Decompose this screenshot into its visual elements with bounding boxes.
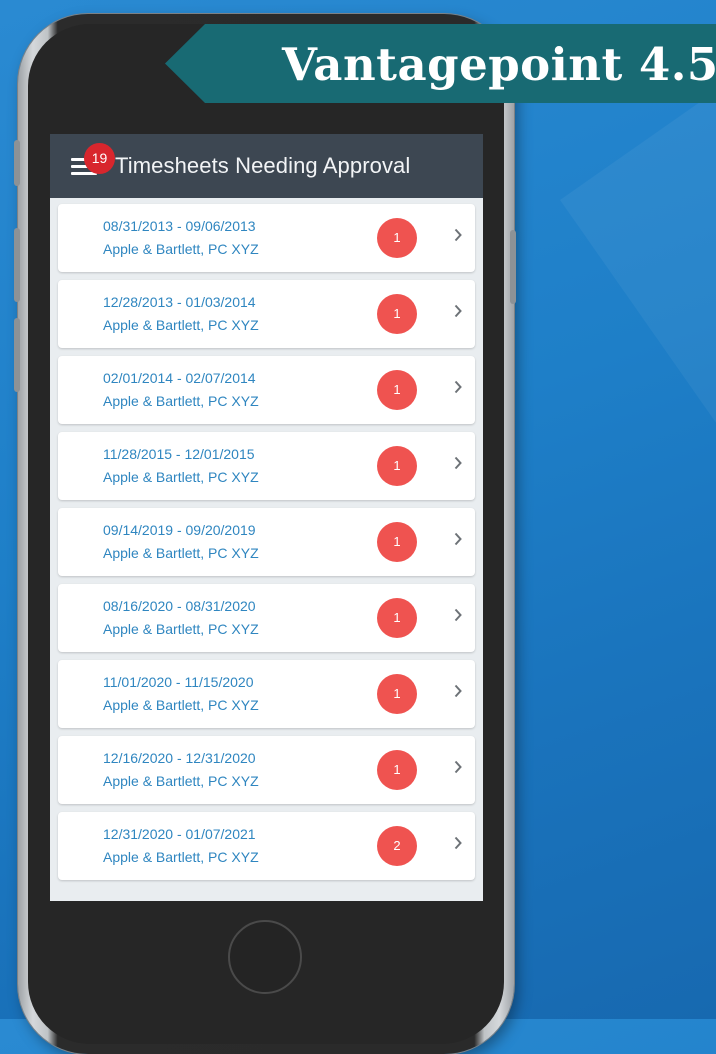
timesheet-count-badge: 1: [377, 294, 417, 334]
timesheet-date-range: 12/16/2020 - 12/31/2020: [103, 750, 256, 766]
timesheet-count-badge: 1: [377, 522, 417, 562]
chevron-right-icon[interactable]: [454, 380, 462, 394]
timesheet-row[interactable]: 12/28/2013 - 01/03/2014 Apple & Bartlett,…: [58, 280, 475, 348]
banner-title: Vantagepoint 4.5: [282, 38, 716, 91]
notification-badge[interactable]: 19: [84, 143, 115, 174]
page-title: Timesheets Needing Approval: [115, 153, 411, 178]
timesheet-row[interactable]: 12/16/2020 - 12/31/2020 Apple & Bartlett,…: [58, 736, 475, 804]
timesheet-list: 08/31/2013 - 09/06/2013 Apple & Bartlett,…: [58, 204, 475, 888]
timesheet-date-range: 12/28/2013 - 01/03/2014: [103, 294, 256, 310]
timesheet-count-badge: 1: [377, 674, 417, 714]
chevron-right-icon[interactable]: [454, 228, 462, 242]
timesheet-client: Apple & Bartlett, PC XYZ: [103, 317, 259, 333]
chevron-right-icon[interactable]: [454, 532, 462, 546]
timesheet-client: Apple & Bartlett, PC XYZ: [103, 241, 259, 257]
timesheet-row[interactable]: 08/16/2020 - 08/31/2020 Apple & Bartlett,…: [58, 584, 475, 652]
chevron-right-icon[interactable]: [454, 456, 462, 470]
chevron-right-icon[interactable]: [454, 836, 462, 850]
timesheet-client: Apple & Bartlett, PC XYZ: [103, 621, 259, 637]
timesheet-date-range: 11/28/2015 - 12/01/2015: [103, 446, 255, 462]
timesheet-date-range: 09/14/2019 - 09/20/2019: [103, 522, 256, 538]
timesheet-date-range: 08/31/2013 - 09/06/2013: [103, 218, 256, 234]
timesheet-count-badge: 1: [377, 598, 417, 638]
timesheet-client: Apple & Bartlett, PC XYZ: [103, 773, 259, 789]
timesheet-row[interactable]: 11/28/2015 - 12/01/2015 Apple & Bartlett,…: [58, 432, 475, 500]
phone-power-button: [510, 230, 516, 304]
chevron-right-icon[interactable]: [454, 760, 462, 774]
phone-volume-down-button: [14, 318, 20, 392]
timesheet-client: Apple & Bartlett, PC XYZ: [103, 849, 259, 865]
timesheet-count-badge: 1: [377, 750, 417, 790]
timesheet-date-range: 02/01/2014 - 02/07/2014: [103, 370, 256, 386]
timesheet-date-range: 12/31/2020 - 01/07/2021: [103, 826, 256, 842]
phone-volume-up-button: [14, 228, 20, 302]
chevron-right-icon[interactable]: [454, 608, 462, 622]
chevron-right-icon[interactable]: [454, 684, 462, 698]
timesheet-client: Apple & Bartlett, PC XYZ: [103, 393, 259, 409]
timesheet-row[interactable]: 08/31/2013 - 09/06/2013 Apple & Bartlett,…: [58, 204, 475, 272]
chevron-right-icon[interactable]: [454, 304, 462, 318]
phone-home-button[interactable]: [228, 920, 302, 994]
timesheet-client: Apple & Bartlett, PC XYZ: [103, 697, 259, 713]
timesheet-count-badge: 1: [377, 218, 417, 258]
timesheet-count-badge: 1: [377, 370, 417, 410]
timesheet-date-range: 11/01/2020 - 11/15/2020: [103, 674, 254, 690]
timesheet-row[interactable]: 02/01/2014 - 02/07/2014 Apple & Bartlett,…: [58, 356, 475, 424]
app-header: 19 Timesheets Needing Approval: [50, 134, 483, 198]
timesheet-row[interactable]: 12/31/2020 - 01/07/2021 Apple & Bartlett,…: [58, 812, 475, 880]
timesheet-row[interactable]: 09/14/2019 - 09/20/2019 Apple & Bartlett,…: [58, 508, 475, 576]
timesheet-row[interactable]: 11/01/2020 - 11/15/2020 Apple & Bartlett,…: [58, 660, 475, 728]
timesheet-client: Apple & Bartlett, PC XYZ: [103, 545, 259, 561]
timesheet-count-badge: 2: [377, 826, 417, 866]
phone-screen: 19 Timesheets Needing Approval 08/31/201…: [50, 134, 483, 901]
timesheet-client: Apple & Bartlett, PC XYZ: [103, 469, 259, 485]
timesheet-date-range: 08/16/2020 - 08/31/2020: [103, 598, 256, 614]
phone-mute-switch: [14, 140, 20, 186]
background-facet: [560, 0, 716, 938]
timesheet-count-badge: 1: [377, 446, 417, 486]
